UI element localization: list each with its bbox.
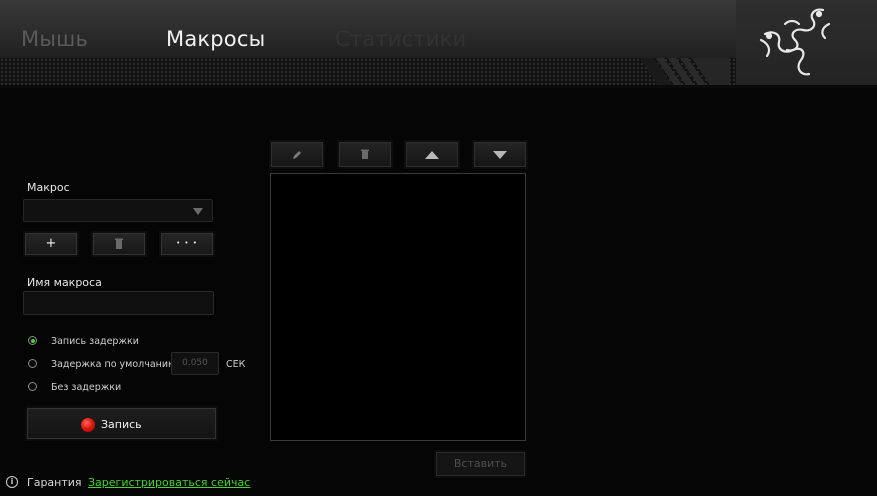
chevron-down-icon bbox=[193, 208, 203, 215]
plus-icon: + bbox=[45, 236, 57, 251]
arrow-down-icon bbox=[493, 151, 507, 159]
trash-icon bbox=[361, 149, 369, 159]
default-delay-radio[interactable] bbox=[28, 359, 37, 368]
pencil-icon bbox=[293, 151, 301, 159]
info-icon: i bbox=[6, 476, 18, 488]
no-delay-label: Без задержки bbox=[51, 382, 122, 393]
macro-select[interactable] bbox=[23, 199, 213, 222]
tab-mouse[interactable]: Мышь bbox=[21, 26, 88, 52]
macro-label: Макрос bbox=[27, 181, 70, 194]
razer-logo-icon bbox=[759, 8, 831, 76]
tab-macros[interactable]: Макросы bbox=[166, 26, 265, 52]
edit-button[interactable] bbox=[269, 140, 325, 169]
arrow-up-icon bbox=[425, 151, 439, 159]
record-button[interactable]: Запись bbox=[25, 406, 218, 441]
macro-options-button[interactable]: • • • bbox=[159, 231, 215, 257]
delete-macro-button[interactable] bbox=[91, 231, 147, 257]
more-icon: • • • bbox=[176, 239, 198, 247]
move-down-button[interactable] bbox=[472, 140, 528, 169]
warranty-label: Гарантия bbox=[27, 476, 82, 489]
record-icon bbox=[81, 418, 95, 432]
add-macro-button[interactable]: + bbox=[23, 231, 79, 257]
macro-actions-list[interactable] bbox=[270, 173, 526, 441]
record-delay-radio[interactable] bbox=[28, 336, 37, 345]
header-stripes bbox=[640, 58, 730, 88]
trash-icon bbox=[115, 238, 123, 249]
header-bar: Мышь Макросы Статистики bbox=[0, 0, 877, 88]
macro-name-input[interactable] bbox=[23, 291, 214, 315]
tab-statistics[interactable]: Статистики bbox=[335, 26, 466, 52]
insert-button[interactable]: Вставить bbox=[434, 450, 527, 478]
record-delay-label: Запись задержки bbox=[51, 336, 139, 347]
macro-name-label: Имя макроса bbox=[27, 276, 102, 289]
record-button-label: Запись bbox=[101, 418, 142, 431]
register-link[interactable]: Зарегистрироваться сейчас bbox=[88, 476, 250, 489]
delay-unit-label: СЕК bbox=[226, 359, 246, 370]
header-divider bbox=[0, 85, 877, 88]
default-delay-label: Задержка по умолчанию bbox=[51, 359, 177, 370]
move-up-button[interactable] bbox=[404, 140, 460, 169]
default-delay-input[interactable]: 0.050 bbox=[171, 352, 219, 375]
no-delay-radio[interactable] bbox=[28, 382, 37, 391]
delete-action-button[interactable] bbox=[337, 140, 393, 169]
